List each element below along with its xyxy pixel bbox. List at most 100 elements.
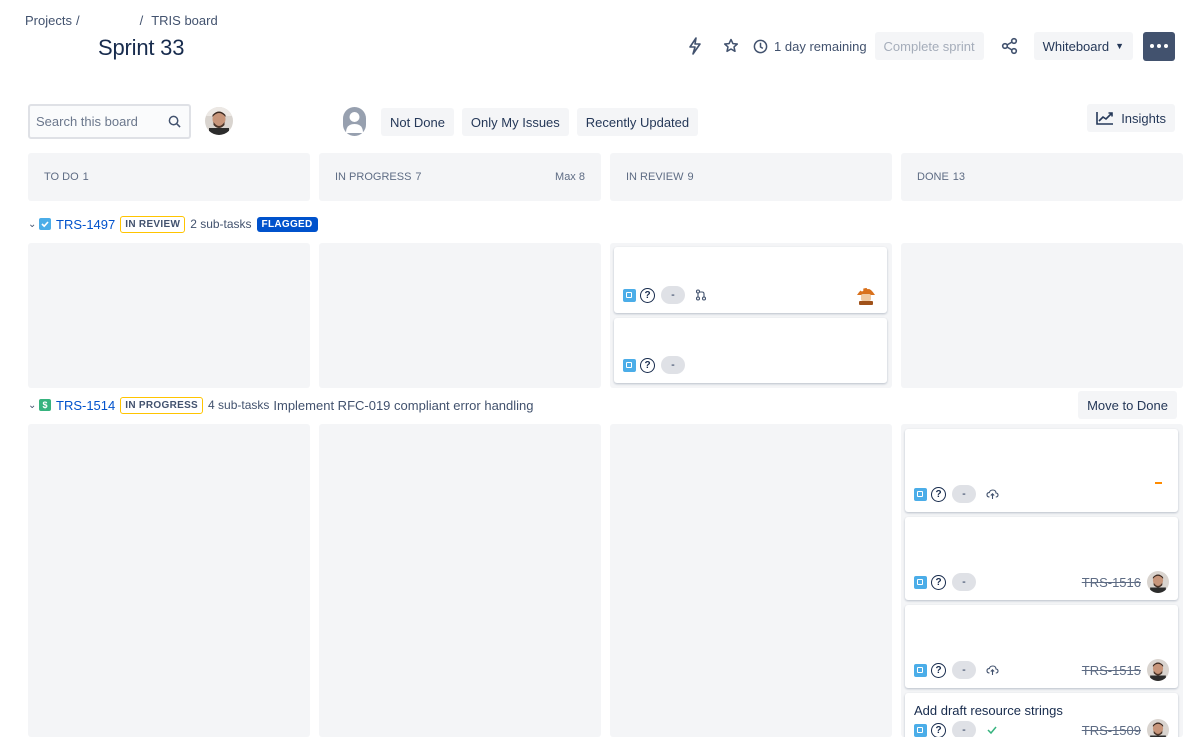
star-icon	[723, 38, 739, 53]
estimate-badge: -	[952, 573, 976, 591]
chevron-down-icon: ▼	[1115, 41, 1124, 51]
header-actions: 1 day remaining Complete sprint Whiteboa…	[673, 31, 1175, 61]
column-count: 9	[687, 171, 694, 183]
chart-line-icon	[1096, 112, 1114, 125]
column-name: IN REVIEW	[626, 171, 684, 183]
issue-card[interactable]: Add draft resource strings ? - TRS-1509	[905, 693, 1178, 737]
status-lozenge: IN PROGRESS	[120, 396, 204, 414]
estimate-badge: -	[952, 721, 976, 737]
estimate-badge: -	[661, 356, 685, 374]
user-icon	[343, 107, 366, 136]
chevron-down-icon[interactable]: ⌄	[28, 219, 38, 230]
complete-sprint-button[interactable]: Complete sprint	[874, 32, 984, 60]
column-count: 1	[82, 171, 89, 183]
issue-card[interactable]: ? - TRS-1516	[905, 517, 1178, 600]
search-icon	[168, 115, 181, 128]
column-header-in-progress: IN PROGRESS 7 Max 8	[319, 153, 601, 201]
avatar	[1147, 659, 1169, 681]
card-footer: ? -	[914, 721, 998, 737]
swimlane-header[interactable]: ⌄ $ TRS-1514 IN PROGRESS 4 sub-tasks Imp…	[28, 394, 534, 416]
estimate-badge: -	[661, 286, 685, 304]
lightning-icon	[689, 37, 701, 55]
clock-icon	[753, 39, 768, 53]
issue-card[interactable]: ? -	[614, 318, 887, 383]
breadcrumb-project-placeholder[interactable]	[80, 13, 140, 28]
insights-label: Insights	[1121, 110, 1166, 126]
remaining-text: 1 day remaining	[774, 38, 867, 54]
unassigned-filter[interactable]	[340, 106, 369, 137]
page-title: Sprint 33	[98, 35, 185, 60]
issue-key[interactable]: TRS-1514	[56, 398, 115, 413]
column-header-in-review: IN REVIEW 9	[610, 153, 892, 201]
estimate-badge: -	[952, 661, 976, 679]
parent-issue-key[interactable]: TRS-1515	[1082, 663, 1141, 678]
issue-key[interactable]: TRS-1497	[56, 217, 115, 232]
card-meta: TRS-1515	[1082, 659, 1169, 681]
filter-not-done[interactable]: Not Done	[381, 108, 454, 136]
insights-button[interactable]: Insights	[1087, 104, 1175, 132]
breadcrumb-projects[interactable]: Projects	[25, 13, 72, 28]
column-header-todo: TO DO 1	[28, 153, 310, 201]
share-icon	[1001, 37, 1017, 55]
breadcrumb-board[interactable]: TRIS board	[151, 13, 217, 28]
more-actions-button[interactable]	[1143, 31, 1175, 61]
subtask-icon	[623, 358, 636, 372]
card-meta: TRS-1509	[1082, 719, 1169, 737]
search-box[interactable]	[28, 104, 191, 139]
avatar-filter[interactable]	[205, 107, 233, 135]
column-name: TO DO	[44, 171, 79, 183]
avatar-icon	[1147, 719, 1169, 737]
subtask-icon	[623, 288, 636, 302]
swimlane-cell-in-progress	[319, 424, 601, 737]
subtask-count: 2 sub-tasks	[190, 217, 252, 231]
move-to-done-button[interactable]: Move to Done	[1078, 391, 1177, 419]
breadcrumb-separator: /	[139, 13, 144, 28]
card-footer: ? -	[914, 573, 976, 591]
sprint-time-remaining: 1 day remaining	[753, 39, 867, 54]
subtask-icon	[914, 487, 927, 501]
story-type-icon: $	[39, 399, 51, 411]
parent-issue-key[interactable]: TRS-1509	[1082, 723, 1141, 737]
status-lozenge: IN REVIEW	[120, 215, 186, 233]
card-footer: ? -	[914, 485, 999, 503]
chevron-down-icon[interactable]: ⌄	[28, 400, 38, 411]
swimlane-cell-in-progress	[319, 243, 601, 388]
quick-filters: Not Done Only My Issues Recently Updated	[381, 108, 699, 136]
issue-card[interactable]: ? -	[614, 247, 887, 313]
question-icon: ?	[931, 574, 946, 590]
filter-only-my-issues[interactable]: Only My Issues	[461, 108, 569, 136]
issue-card[interactable]: ? - TRS-1515	[905, 605, 1178, 688]
search-input[interactable]	[36, 114, 161, 129]
card-footer: ? -	[623, 286, 707, 304]
subtask-icon	[914, 575, 927, 589]
share-button[interactable]	[996, 32, 1024, 60]
avatar-icon	[205, 107, 233, 135]
avatar-icon	[854, 282, 878, 306]
deployment-icon	[986, 664, 999, 676]
avatar	[1147, 719, 1169, 737]
swimlane-header[interactable]: ⌄ TRS-1497 IN REVIEW 2 sub-tasks FLAGGED	[28, 213, 318, 235]
parent-issue-key[interactable]: TRS-1516	[1082, 575, 1141, 590]
pull-request-icon	[695, 289, 707, 301]
card-meta: TRS-1516	[1082, 571, 1169, 593]
swimlane-cell-done	[901, 243, 1183, 388]
column-header-done: DONE 13	[901, 153, 1183, 201]
swimlane-cell-todo	[28, 424, 310, 737]
card-footer: ? -	[623, 356, 685, 374]
column-count: 7	[415, 171, 422, 183]
card-title: Add draft resource strings	[914, 703, 1063, 718]
column-max: Max 8	[555, 171, 585, 183]
question-icon: ?	[640, 357, 655, 373]
filter-recently-updated[interactable]: Recently Updated	[576, 108, 699, 136]
card-assignee	[854, 282, 878, 306]
avatar	[1147, 571, 1169, 593]
star-button[interactable]	[717, 32, 745, 60]
subtask-count: 4 sub-tasks	[208, 398, 270, 412]
automation-button[interactable]	[681, 32, 709, 60]
view-select-dropdown[interactable]: Whiteboard ▼	[1033, 32, 1133, 60]
issue-card[interactable]: ? -	[905, 429, 1178, 512]
subtask-icon	[914, 663, 927, 677]
breadcrumb: Projects / / TRIS board	[25, 13, 218, 28]
column-count: 13	[952, 171, 966, 183]
question-icon: ?	[931, 486, 946, 502]
